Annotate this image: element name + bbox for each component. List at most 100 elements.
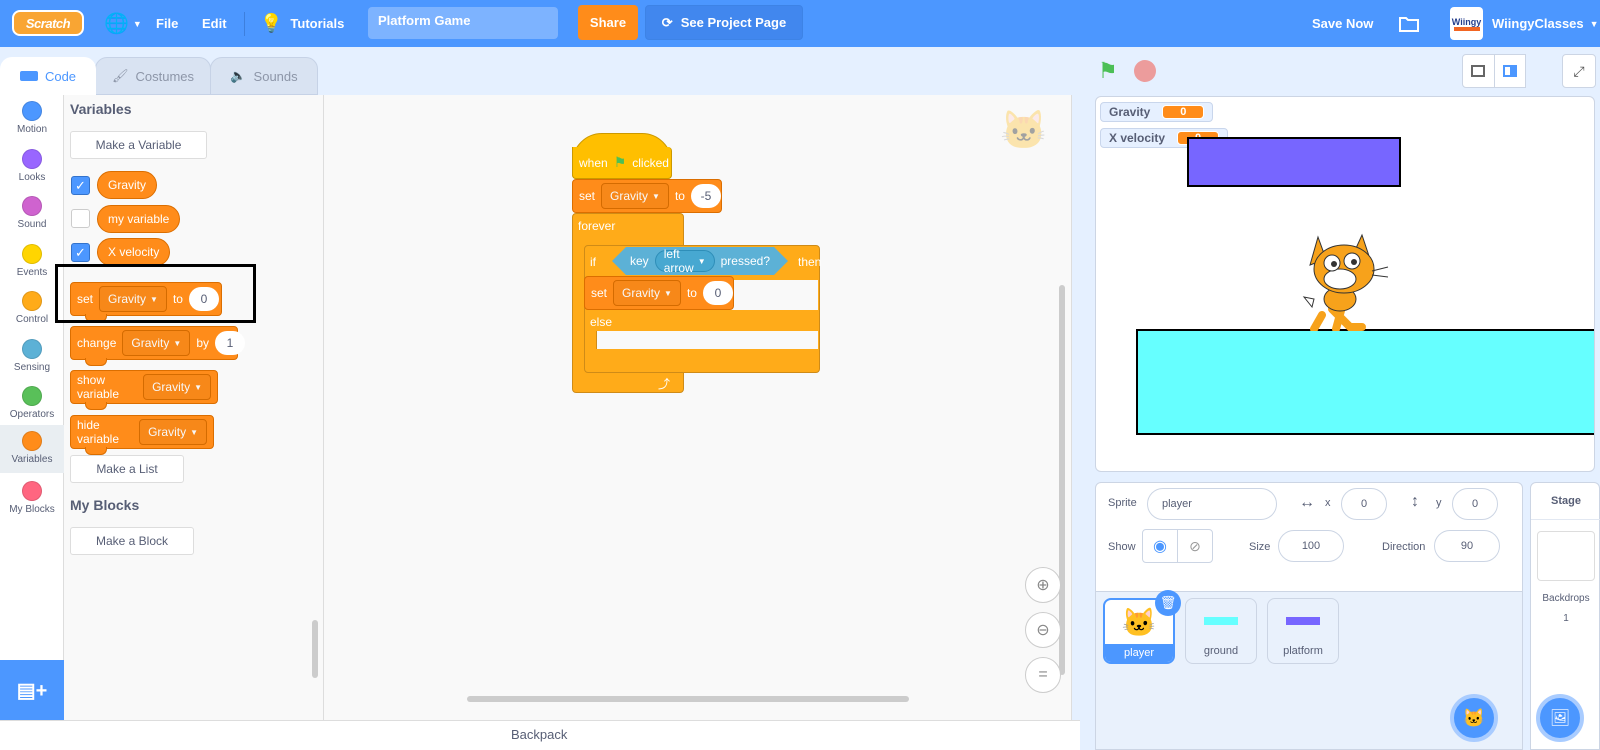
tab-sounds-label: Sounds	[253, 68, 298, 84]
my-variable-reporter[interactable]: my variable	[97, 205, 181, 233]
category-motion[interactable]: Motion	[0, 97, 64, 145]
variable-dropdown[interactable]: Gravity ▼	[139, 419, 207, 445]
key-dropdown[interactable]: left arrow ▼	[655, 250, 715, 272]
workspace-vertical-scrollbar[interactable]	[1059, 285, 1065, 675]
account-menu[interactable]: WiingyClasses ▼	[1492, 0, 1599, 47]
category-variables[interactable]: Variables	[0, 425, 64, 473]
script-workspace[interactable]: when ⚑ clicked forever ⤴ set Gravity ▼ to…	[324, 95, 1072, 720]
zoom-out-button[interactable]: ⊖	[1025, 612, 1061, 648]
small-stage-button[interactable]	[1463, 55, 1495, 87]
block-label: key	[630, 254, 649, 268]
backpack[interactable]: Backpack	[0, 720, 1080, 750]
category-sound[interactable]: Sound	[0, 192, 64, 240]
variable-dropdown[interactable]: Gravity ▼	[143, 374, 211, 400]
normal-stage-button[interactable]	[1495, 55, 1526, 87]
make-block-button[interactable]: Make a Block	[70, 527, 194, 555]
chevron-down-icon: ▼	[1589, 18, 1599, 29]
gravity-reporter[interactable]: Gravity	[97, 171, 158, 199]
share-button[interactable]: Share	[578, 5, 638, 40]
language-menu[interactable]: 🌐 ▼	[104, 0, 142, 47]
sprite-name-input[interactable]: player	[1147, 488, 1277, 520]
variable-dropdown[interactable]: Gravity ▼	[122, 330, 191, 356]
x-velocity-checkbox[interactable]: ✓	[71, 243, 90, 262]
add-extension-button[interactable]: ▤+	[0, 660, 64, 720]
green-flag-button[interactable]: ⚑	[1098, 60, 1120, 82]
x-label: x	[1325, 497, 1331, 509]
set-gravity-zero-block[interactable]: set Gravity ▼ to 0	[584, 276, 734, 310]
category-label: Events	[16, 267, 48, 278]
variable-dropdown[interactable]: Gravity ▼	[601, 183, 669, 209]
menu-bar: Scratch 🌐 ▼ File Edit 💡 Tutorials Platfo…	[0, 0, 1600, 47]
tab-code[interactable]: Code	[0, 57, 96, 95]
category-looks[interactable]: Looks	[0, 145, 64, 193]
gravity-monitor[interactable]: Gravity 0	[1100, 102, 1214, 122]
menu-divider	[244, 12, 245, 36]
player-cat-sprite[interactable]	[1292, 227, 1402, 333]
y-input[interactable]: 0	[1452, 488, 1498, 520]
x-input[interactable]: 0	[1341, 488, 1387, 520]
make-list-button[interactable]: Make a List	[70, 455, 184, 483]
hide-sprite-button[interactable]: ⊘	[1177, 529, 1213, 563]
project-title-input[interactable]: Platform Game	[368, 7, 558, 39]
gravity-checkbox[interactable]: ✓	[71, 176, 90, 195]
size-label: Size	[1249, 541, 1271, 553]
edit-menu[interactable]: Edit	[202, 0, 227, 47]
remix-arrows-icon: ⟳	[661, 14, 673, 30]
choose-sprite-button[interactable]: 🐱	[1450, 694, 1498, 742]
make-variable-button[interactable]: Make a Variable	[70, 131, 207, 159]
ground-sprite[interactable]	[1136, 329, 1594, 435]
value-input[interactable]: 1	[215, 331, 245, 355]
stop-button[interactable]	[1134, 60, 1156, 82]
see-project-page-button[interactable]: ⟳ See Project Page	[645, 5, 803, 40]
sound-color-dot	[22, 196, 42, 216]
sprite-tile-ground[interactable]: ground	[1185, 598, 1257, 664]
delete-sprite-button[interactable]: 🗑	[1155, 590, 1181, 616]
palette-scrollbar[interactable]	[312, 620, 318, 678]
file-menu[interactable]: File	[156, 0, 178, 47]
tab-costumes[interactable]: 🖌 Costumes	[95, 57, 211, 95]
speaker-icon: 🔈	[230, 68, 247, 83]
sprite-tile-platform[interactable]: platform	[1267, 598, 1339, 664]
avatar-text: Wiingy	[1451, 16, 1482, 27]
save-now-button[interactable]: Save Now	[1312, 0, 1373, 47]
variable-dropdown[interactable]: Gravity ▼	[613, 280, 681, 306]
platform-sprite[interactable]	[1187, 137, 1401, 187]
category-my-blocks[interactable]: My Blocks	[0, 477, 64, 525]
tab-sounds[interactable]: 🔈 Sounds	[210, 57, 318, 95]
category-operators[interactable]: Operators	[0, 382, 64, 430]
hide-variable-block[interactable]: hide variable Gravity ▼	[70, 415, 214, 455]
workspace-horizontal-scrollbar[interactable]	[467, 696, 909, 702]
caret-icon: ▼	[697, 256, 706, 266]
category-menu: Motion Looks Sound Events Control Sensin…	[0, 95, 64, 660]
scratch-logo[interactable]: Scratch	[12, 10, 84, 36]
hat-block-body[interactable]: when ⚑ clicked	[572, 147, 672, 179]
show-sprite-button[interactable]: ◉	[1142, 529, 1178, 563]
value-input[interactable]: 0	[702, 281, 733, 305]
eye-slash-icon: ⊘	[1189, 537, 1201, 554]
zoom-in-button[interactable]: ⊕	[1025, 567, 1061, 603]
x-velocity-reporter[interactable]: X velocity	[97, 238, 171, 266]
monitor-label: X velocity	[1109, 131, 1166, 145]
username-label: WiingyClasses	[1492, 16, 1584, 31]
avatar[interactable]: Wiingy	[1450, 7, 1483, 40]
my-variable-checkbox[interactable]	[71, 209, 90, 228]
choose-backdrop-button[interactable]: 🖼	[1536, 694, 1584, 742]
backdrop-thumbnail	[1537, 531, 1595, 581]
size-input[interactable]: 100	[1278, 530, 1344, 562]
value-input[interactable]: -5	[690, 184, 721, 208]
show-variable-block[interactable]: show variable Gravity ▼	[70, 370, 218, 410]
highlight-box	[55, 264, 256, 323]
stage-canvas[interactable]: Gravity 0 X velocity 0	[1095, 96, 1595, 472]
zoom-reset-button[interactable]: =	[1025, 657, 1061, 693]
add-extension-icon: ▤+	[16, 679, 48, 702]
tutorials-button[interactable]: 💡 Tutorials	[260, 0, 344, 47]
category-sensing[interactable]: Sensing	[0, 335, 64, 383]
block-label: hide variable	[77, 418, 120, 446]
set-gravity-block[interactable]: set Gravity ▼ to -5	[572, 179, 722, 213]
fullscreen-button[interactable]: ⤢	[1562, 54, 1596, 88]
key-pressed-block[interactable]: key left arrow ▼ pressed?	[612, 247, 788, 275]
change-variable-block[interactable]: change Gravity ▼ by 1	[70, 326, 245, 366]
my-stuff-folder-icon[interactable]	[1398, 0, 1420, 47]
direction-input[interactable]: 90	[1434, 530, 1500, 562]
paintbrush-icon: 🖌	[111, 68, 129, 83]
